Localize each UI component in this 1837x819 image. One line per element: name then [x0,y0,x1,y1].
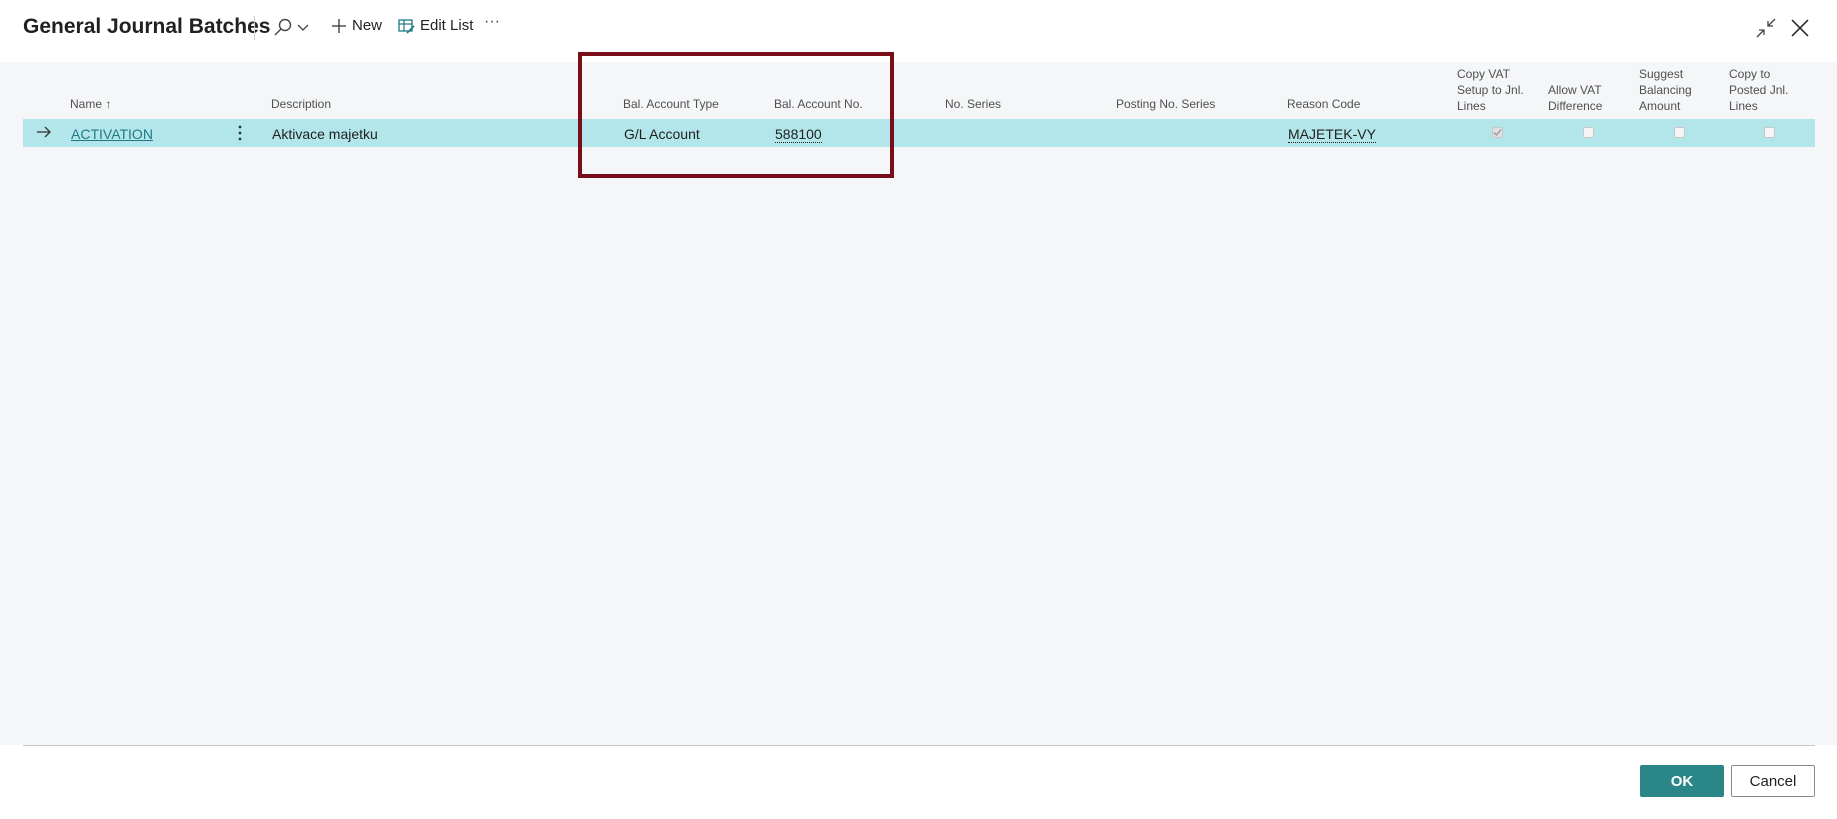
suggest-balancing-amount-checkbox[interactable] [1674,127,1685,138]
copy-vat-line-2: Setup to Jnl. [1457,83,1524,97]
row-description[interactable]: Aktivace majetku [272,126,378,142]
more-options-label: ··· [484,13,500,30]
allow-vat-difference-checkbox[interactable] [1583,127,1594,138]
edit-list-button[interactable]: Edit List [398,17,473,34]
copy-to-posted-line-1: Copy to [1729,67,1771,81]
arrow-right-icon [36,124,52,143]
column-header-description[interactable]: Description [271,96,331,112]
close-icon [1788,19,1812,44]
sort-ascending-icon: ↑ [105,97,112,111]
allow-vat-line-2: Difference [1548,99,1603,113]
row-name-link[interactable]: ACTIVATION [71,126,153,142]
column-header-copy-to-posted[interactable]: Copy to Posted Jnl. Lines [1729,66,1788,114]
copy-vat-setup-checkbox[interactable] [1492,127,1503,138]
dialog-footer [0,746,1837,819]
column-header-posting-no-series[interactable]: Posting No. Series [1116,96,1215,112]
allow-vat-line-1: Allow VAT [1548,83,1602,97]
column-header-copy-vat-setup[interactable]: Copy VAT Setup to Jnl. Lines [1457,66,1524,114]
page-header: General Journal Batches New Edit List ··… [0,0,1837,62]
edit-list-icon [398,18,415,34]
chevron-down-icon [297,21,309,33]
column-name-label: Name [70,97,103,111]
more-options-button[interactable]: ··· [484,13,500,31]
copy-vat-line-1: Copy VAT [1457,67,1510,81]
list-content [0,62,1837,745]
edit-list-label: Edit List [420,17,474,34]
copy-to-posted-jnl-lines-checkbox[interactable] [1764,127,1775,138]
column-header-reason-code[interactable]: Reason Code [1287,96,1360,112]
search-icon [273,17,293,37]
highlight-box [578,52,894,178]
more-vertical-icon[interactable] [237,124,243,145]
suggest-balancing-line-1: Suggest [1639,67,1684,81]
cancel-button[interactable]: Cancel [1731,765,1815,797]
copy-to-posted-line-3: Lines [1729,99,1758,113]
search-button[interactable] [273,17,309,37]
column-header-no-series[interactable]: No. Series [945,96,1001,112]
page-title: General Journal Batches [23,15,271,38]
column-header-name[interactable]: Name ↑ [70,96,111,112]
toolbar-separator [254,16,255,40]
suggest-balancing-line-2: Balancing [1639,83,1692,97]
column-header-suggest-balancing[interactable]: Suggest Balancing Amount [1639,66,1692,114]
copy-vat-line-3: Lines [1457,99,1486,113]
suggest-balancing-line-3: Amount [1639,99,1681,113]
new-button[interactable]: New [331,17,382,34]
close-button[interactable] [1788,16,1812,40]
plus-icon [331,18,347,34]
column-header-allow-vat-difference[interactable]: Allow VAT Difference [1548,82,1602,114]
new-button-label: New [352,17,383,34]
row-reason-code[interactable]: MAJETEK-VY [1288,126,1376,143]
collapse-icon [1754,18,1778,44]
ok-button[interactable]: OK [1640,765,1724,797]
collapse-button[interactable] [1754,16,1778,40]
copy-to-posted-line-2: Posted Jnl. [1729,83,1789,97]
